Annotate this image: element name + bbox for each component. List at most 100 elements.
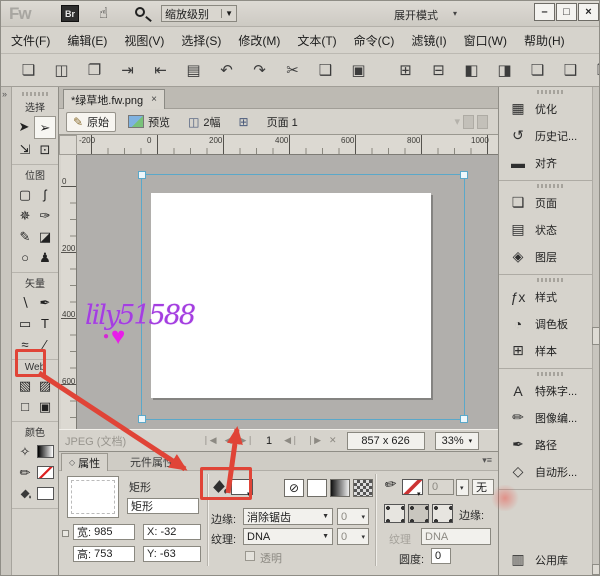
- tab-symbol-properties[interactable]: 元件属性: [123, 453, 181, 470]
- subselect-tool[interactable]: ➢: [34, 116, 56, 139]
- panel-item[interactable]: ◈图层: [499, 243, 600, 270]
- menu-item[interactable]: 视图(V): [124, 32, 164, 49]
- lasso-tool[interactable]: ʃ: [35, 184, 55, 205]
- document-tab[interactable]: *绿草地.fw.png ×: [63, 89, 165, 109]
- first-frame-icon[interactable]: ❘◀: [202, 435, 216, 446]
- marquee-tool[interactable]: ▢: [15, 184, 35, 205]
- fill-gradient-button[interactable]: [330, 479, 350, 497]
- fill-solid-button[interactable]: [307, 479, 327, 497]
- expand-mode-caret-icon[interactable]: ▾: [453, 9, 457, 18]
- stamp-tool[interactable]: ♟: [35, 247, 55, 268]
- expand-mode-button[interactable]: 展开模式: [394, 7, 438, 23]
- show-slices-tool[interactable]: ▣: [35, 396, 55, 417]
- stroke-center-button[interactable]: [408, 504, 429, 523]
- toolbar-icon[interactable]: ◨: [495, 61, 514, 79]
- caret-down-icon[interactable]: ▼: [221, 9, 233, 18]
- stroke-color-pencil-icon[interactable]: ✏: [15, 462, 35, 483]
- rectangle-tool[interactable]: ▭: [15, 313, 35, 334]
- slice-tool[interactable]: ▨: [35, 375, 55, 396]
- panel-item[interactable]: ▬对齐: [499, 149, 600, 176]
- panel-scrollbar[interactable]: [592, 87, 600, 576]
- panel-gripper[interactable]: [537, 372, 563, 376]
- close-button[interactable]: ×: [578, 3, 599, 21]
- text-tool[interactable]: T: [35, 313, 55, 334]
- fill-none-button[interactable]: ⊘: [284, 479, 304, 497]
- toolbar-icon[interactable]: ↶: [217, 61, 236, 79]
- height-input[interactable]: 高: 753: [73, 546, 135, 562]
- transparent-checkbox[interactable]: [245, 551, 255, 561]
- toolbar-icon[interactable]: ✂: [283, 61, 302, 79]
- texture-amount-stepper[interactable]: 0 ▾: [337, 528, 369, 545]
- menu-item[interactable]: 帮助(H): [524, 32, 565, 49]
- toolbar-icon[interactable]: ⊞: [396, 61, 415, 79]
- step-forward-icon[interactable]: ❘▶: [307, 435, 321, 446]
- selection-handle[interactable]: [460, 171, 468, 179]
- selection-handle[interactable]: [138, 415, 146, 423]
- selection-handle[interactable]: [460, 415, 468, 423]
- shape-name-input[interactable]: 矩形: [127, 498, 199, 514]
- panel-item[interactable]: ↺历史记...: [499, 122, 600, 149]
- vertical-ruler[interactable]: 0200400600: [61, 155, 77, 429]
- bridge-icon[interactable]: Br: [61, 5, 79, 22]
- texture-dropdown[interactable]: DNA ▼: [243, 528, 333, 545]
- toolbar-icon[interactable]: ❏: [528, 61, 547, 79]
- eraser-tool[interactable]: ◪: [35, 226, 55, 247]
- tab-close-icon[interactable]: ×: [151, 94, 157, 105]
- zoom-tool-icon[interactable]: [135, 7, 145, 17]
- zoom-level-dropdown[interactable]: 缩放级别 ▼: [161, 5, 237, 22]
- panel-item[interactable]: ❏页面: [499, 189, 600, 216]
- toolbar-icon[interactable]: ↷: [250, 61, 269, 79]
- toolbar-icon[interactable]: ❐: [85, 61, 104, 79]
- menu-item[interactable]: 编辑(E): [67, 32, 107, 49]
- panel-item[interactable]: ƒx样式: [499, 283, 600, 310]
- panel-item[interactable]: ✏图像编...: [499, 404, 600, 431]
- pointer-tool[interactable]: ➤: [14, 116, 34, 137]
- fill-pattern-button[interactable]: [353, 479, 373, 497]
- panel-item[interactable]: ▤状态: [499, 216, 600, 243]
- tab-original[interactable]: ✎ 原始: [66, 112, 116, 132]
- tab-preview[interactable]: 预览: [122, 113, 176, 131]
- hotspot-tool[interactable]: ▧: [15, 375, 35, 396]
- crop-tool[interactable]: ⊡: [35, 139, 55, 160]
- toolbar-icon[interactable]: ❏: [19, 61, 38, 79]
- toolbar-icon[interactable]: ⊟: [429, 61, 448, 79]
- panel-item[interactable]: ▦优化: [499, 95, 600, 122]
- prev-frame-icon[interactable]: ◀: [225, 435, 232, 446]
- blur-tool[interactable]: ○: [15, 247, 35, 268]
- panel-item[interactable]: ✒路径: [499, 431, 600, 458]
- brush-tool[interactable]: ✑: [35, 205, 55, 226]
- x-input[interactable]: X: -32: [143, 524, 201, 540]
- stroke-size-input[interactable]: 0: [428, 479, 454, 495]
- stroke-inside-button[interactable]: [384, 504, 405, 523]
- menu-item[interactable]: 选择(S): [181, 32, 221, 49]
- scrollbar-end[interactable]: [592, 564, 600, 575]
- toolbar-icon[interactable]: ❑: [561, 61, 580, 79]
- gradient-fill-well[interactable]: [35, 441, 55, 462]
- panel-item[interactable]: ◔调色板: [499, 310, 600, 337]
- scrollbar-thumb[interactable]: [592, 327, 600, 345]
- stroke-pencil-icon[interactable]: ✏: [384, 475, 398, 493]
- stroke-outside-button[interactable]: [432, 504, 453, 523]
- selection-rectangle[interactable]: [141, 174, 465, 420]
- magic-wand-tool[interactable]: ✵: [15, 205, 35, 226]
- minimize-button[interactable]: –: [534, 3, 555, 21]
- eyedropper-tool[interactable]: ✧: [15, 441, 35, 462]
- page-indicator[interactable]: 页面 1: [261, 113, 304, 131]
- toolbar-icon[interactable]: ❑: [316, 61, 335, 79]
- line-tool[interactable]: ∖: [15, 292, 35, 313]
- width-input[interactable]: 宽: 985: [73, 524, 135, 540]
- collapse-chevrons-icon[interactable]: »: [2, 89, 7, 99]
- edge-amount-stepper[interactable]: 0 ▾: [337, 508, 369, 525]
- tab-2up[interactable]: ◫ 2幅: [182, 113, 226, 131]
- zoom-percent-dropdown[interactable]: 33% ▾: [435, 432, 480, 450]
- step-back-icon[interactable]: ◀❘: [284, 435, 298, 446]
- fill-color-well[interactable]: [35, 483, 55, 504]
- toolbar-icon[interactable]: ⇤: [151, 61, 170, 79]
- stroke-size-caret[interactable]: ▾: [456, 479, 469, 496]
- tab-4up[interactable]: ⊞: [233, 113, 255, 131]
- menu-item[interactable]: 窗口(W): [464, 32, 507, 49]
- constrain-icon[interactable]: [62, 530, 69, 537]
- menu-item[interactable]: 文本(T): [297, 32, 336, 49]
- y-input[interactable]: Y: -63: [143, 546, 201, 562]
- menu-item[interactable]: 命令(C): [354, 32, 395, 49]
